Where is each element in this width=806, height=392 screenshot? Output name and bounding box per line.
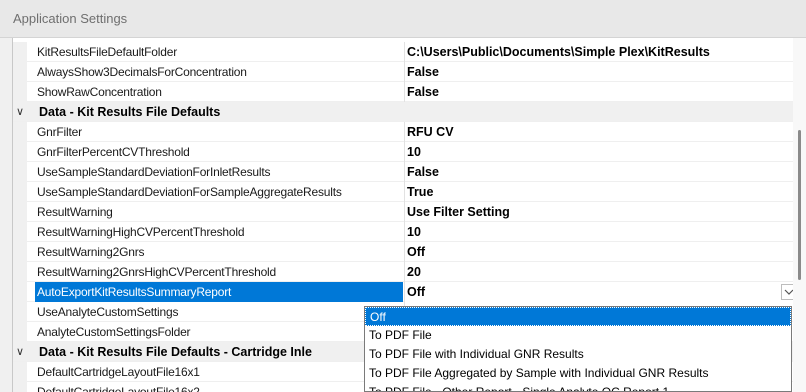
property-name[interactable]: ResultWarning (35, 202, 403, 222)
dropdown-option[interactable]: Off (365, 307, 791, 326)
property-name[interactable]: AnalyteCustomSettingsFolder (35, 322, 403, 342)
chevron-down-icon[interactable]: ∨ (13, 102, 27, 122)
property-name[interactable]: KitResultsFileDefaultFolder (35, 42, 403, 62)
property-name[interactable]: GnrFilter (35, 122, 403, 142)
row-margin (13, 202, 27, 222)
property-name[interactable]: ResultWarning2GnrsHighCVPercentThreshold (35, 262, 403, 282)
row-margin (13, 122, 27, 142)
property-name[interactable]: ShowRawConcentration (35, 82, 403, 102)
property-row[interactable]: GnrFilter RFU CV (13, 122, 803, 142)
row-margin (13, 222, 27, 242)
dropdown-option[interactable]: To PDF File Aggregated by Sample with In… (365, 364, 791, 383)
property-row[interactable]: AlwaysShow3DecimalsForConcentration False (13, 62, 803, 82)
property-row[interactable]: ResultWarning2Gnrs Off (13, 242, 803, 262)
row-margin (13, 262, 27, 282)
row-margin (13, 142, 27, 162)
row-margin (13, 42, 27, 62)
chevron-down-icon[interactable]: ∨ (13, 342, 27, 362)
property-value[interactable]: Off (405, 242, 795, 262)
property-name[interactable]: AutoExportKitResultsSummaryReport (35, 282, 403, 302)
property-value[interactable]: RFU CV (405, 122, 795, 142)
property-row[interactable]: ShowRawConcentration False (13, 82, 803, 102)
property-row[interactable]: UseSampleStandardDeviationForInletResult… (13, 162, 803, 182)
category-label: Data - Kit Results File Defaults (39, 105, 221, 119)
property-name[interactable]: UseSampleStandardDeviationForSampleAggre… (35, 182, 403, 202)
property-name[interactable]: DefaultCartridgeLayoutFile16x1 (35, 362, 403, 382)
property-row[interactable]: UseSampleStandardDeviationForSampleAggre… (13, 182, 803, 202)
property-value[interactable]: 10 (405, 222, 795, 242)
property-value[interactable]: Off (405, 282, 795, 302)
row-margin (13, 322, 27, 342)
auto-export-dropdown-list[interactable]: Off To PDF File To PDF File with Individua… (364, 306, 792, 392)
category-label: Data - Kit Results File Defaults - Cartr… (39, 345, 312, 359)
row-margin (13, 82, 27, 102)
row-margin (13, 362, 27, 382)
category-row[interactable]: ∨ Data - Kit Results File Defaults (13, 102, 803, 122)
property-value[interactable]: True (405, 182, 795, 202)
property-row[interactable]: ResultWarning2GnrsHighCVPercentThreshold… (13, 262, 803, 282)
row-margin (13, 282, 27, 302)
dropdown-option[interactable]: To PDF File - Other Report - Single Anal… (365, 383, 791, 391)
property-value[interactable]: False (405, 62, 795, 82)
property-name[interactable]: UseSampleStandardDeviationForInletResult… (35, 162, 403, 182)
property-value[interactable]: False (405, 82, 795, 102)
dropdown-option[interactable]: To PDF File with Individual GNR Results (365, 345, 791, 364)
property-row[interactable]: ResultWarningHighCVPercentThreshold 10 (13, 222, 803, 242)
property-row[interactable]: KitResultsFileDefaultFolder C:\Users\Publ… (13, 42, 803, 62)
property-value[interactable]: False (405, 162, 795, 182)
row-margin (13, 242, 27, 262)
property-name[interactable]: GnrFilterPercentCVThreshold (35, 142, 403, 162)
row-margin (13, 382, 27, 392)
property-name[interactable]: AlwaysShow3DecimalsForConcentration (35, 62, 403, 82)
dropdown-option[interactable]: To PDF File (365, 326, 791, 345)
property-value[interactable]: 20 (405, 262, 795, 282)
row-margin (13, 182, 27, 202)
property-row[interactable]: AutoExportKitResultsSummaryReport Off (13, 282, 803, 302)
property-value[interactable]: Use Filter Setting (405, 202, 795, 222)
property-value[interactable]: C:\Users\Public\Documents\Simple Plex\Ki… (405, 42, 795, 62)
property-name[interactable]: DefaultCartridgeLayoutFile16x2 (35, 382, 403, 392)
vertical-scrollbar[interactable] (793, 38, 806, 392)
property-name[interactable]: UseAnalyteCustomSettings (35, 302, 403, 322)
application-settings-window: Application Settings KitResultsFileDefau… (0, 0, 806, 392)
scrollbar-thumb[interactable] (798, 130, 801, 280)
row-margin (13, 62, 27, 82)
property-value[interactable]: 10 (405, 142, 795, 162)
property-name[interactable]: ResultWarning2Gnrs (35, 242, 403, 262)
row-margin (13, 302, 27, 322)
property-row[interactable]: ResultWarning Use Filter Setting (13, 202, 803, 222)
row-margin (13, 162, 27, 182)
property-row[interactable]: GnrFilterPercentCVThreshold 10 (13, 142, 803, 162)
property-name[interactable]: ResultWarningHighCVPercentThreshold (35, 222, 403, 242)
window-title: Application Settings (0, 0, 806, 38)
